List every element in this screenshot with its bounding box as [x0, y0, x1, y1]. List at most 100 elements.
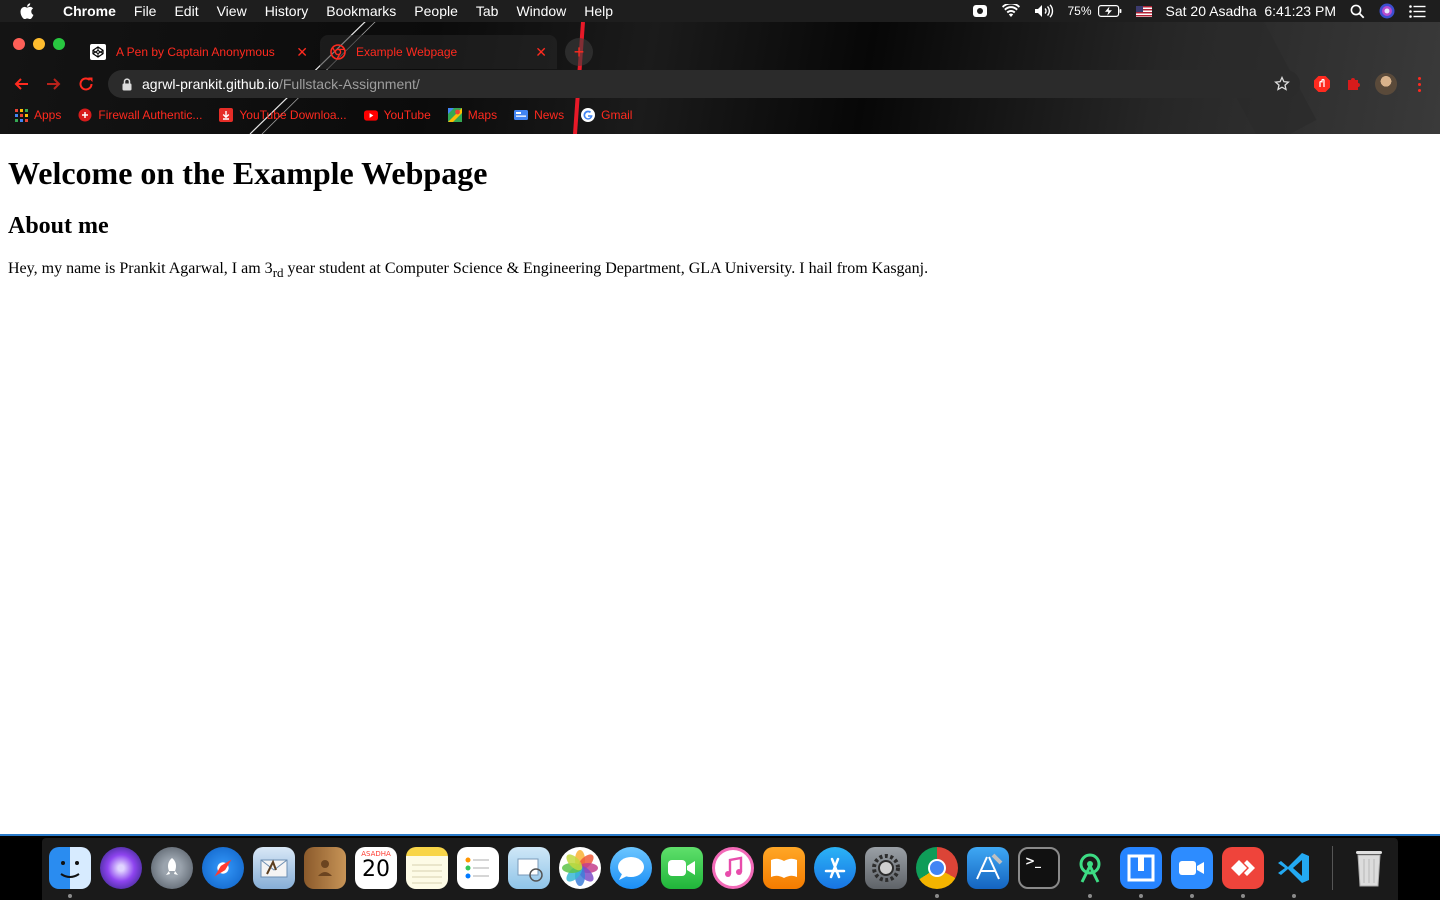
mail-icon[interactable] — [253, 847, 295, 889]
bookmark-news[interactable]: News — [514, 108, 564, 122]
chrome-menu-icon[interactable] — [1412, 73, 1426, 95]
google-icon — [581, 108, 596, 122]
menu-view[interactable]: View — [208, 3, 256, 19]
browser-chrome: A Pen by Captain Anonymous ✕ Example Web… — [0, 22, 1440, 134]
paragraph-ordinal-suffix: rd — [272, 265, 284, 281]
menu-edit[interactable]: Edit — [165, 3, 207, 19]
app-store-icon[interactable] — [814, 847, 856, 889]
bookmark-gmail[interactable]: Gmail — [581, 108, 632, 122]
extension-adblock-icon[interactable] — [1312, 74, 1332, 94]
sourcetree-running-indicator — [1139, 894, 1143, 898]
menu-app-name[interactable]: Chrome — [54, 3, 125, 19]
xcode-icon[interactable] — [967, 847, 1009, 889]
window-zoom-button[interactable] — [53, 38, 65, 50]
photos-icon[interactable] — [559, 847, 601, 889]
vscode-running-indicator — [1292, 894, 1296, 898]
arrow-right-icon — [47, 78, 61, 90]
paragraph-text-end: year student at Computer Science & Engin… — [283, 260, 929, 277]
system-preferences-icon[interactable] — [865, 847, 907, 889]
safari-icon[interactable] — [202, 847, 244, 889]
launchpad-icon[interactable] — [151, 847, 193, 889]
window-minimize-button[interactable] — [33, 38, 45, 50]
bookmark-gmail-label: Gmail — [601, 108, 633, 122]
window-close-button[interactable] — [13, 38, 25, 50]
address-bar[interactable]: agrwl-prankit.github.io /Fullstack-Assig… — [108, 70, 1300, 98]
apple-menu-icon[interactable] — [0, 3, 54, 19]
clock-datetime[interactable]: Sat 20 Asadha 6:41:23 PM — [1166, 3, 1336, 19]
anydesk-running-indicator — [1241, 894, 1245, 898]
terminal-icon[interactable]: >_ — [1018, 847, 1060, 889]
screen-record-icon[interactable] — [972, 4, 988, 18]
siri-icon[interactable] — [1379, 3, 1395, 19]
bookmark-apps[interactable]: Apps — [14, 108, 61, 122]
bookmark-maps[interactable]: Maps — [447, 108, 498, 122]
tab-codepen[interactable]: A Pen by Captain Anonymous ✕ — [80, 35, 318, 69]
about-me-heading: About me — [8, 213, 109, 239]
bookmark-firewall-label: Firewall Authentic... — [98, 108, 203, 122]
wifi-icon[interactable] — [1001, 4, 1020, 18]
url-host: agrwl-prankit.github.io — [142, 76, 279, 92]
tab-chrome-icon — [330, 44, 346, 60]
status-area: 75% Sat 20 Asadha 6:41:23 PM — [972, 3, 1440, 19]
profile-avatar[interactable] — [1375, 73, 1397, 95]
web-page-content: Welcome on the Example Webpage About me … — [0, 134, 1440, 836]
spotlight-search-icon[interactable] — [1350, 4, 1365, 19]
tab-example-webpage-close-icon[interactable]: ✕ — [535, 44, 547, 61]
new-tab-button[interactable]: + — [565, 38, 593, 66]
vscode-icon[interactable] — [1273, 847, 1315, 889]
menu-tab[interactable]: Tab — [467, 3, 508, 19]
calendar-icon[interactable]: ASADHA 20 — [355, 847, 397, 889]
menu-file[interactable]: File — [125, 3, 166, 19]
zoom-icon[interactable] — [1171, 847, 1213, 889]
reminders-icon[interactable] — [457, 847, 499, 889]
menu-people[interactable]: People — [405, 3, 467, 19]
page-heading: Welcome on the Example Webpage — [8, 155, 488, 191]
tab-codepen-title: A Pen by Captain Anonymous — [116, 45, 275, 59]
back-button[interactable] — [10, 73, 32, 95]
bookmark-maps-label: Maps — [467, 108, 498, 122]
dock-separator — [1332, 846, 1333, 890]
url-path: /Fullstack-Assignment/ — [278, 76, 420, 92]
download-icon — [219, 108, 234, 122]
menu-history[interactable]: History — [256, 3, 318, 19]
extension-puzzle-icon[interactable] — [1344, 74, 1364, 94]
books-icon[interactable] — [763, 847, 805, 889]
news-icon — [514, 108, 529, 122]
battery-charging-icon[interactable] — [1097, 5, 1122, 17]
itunes-icon[interactable] — [712, 847, 754, 889]
tab-strip: A Pen by Captain Anonymous ✕ Example Web… — [0, 22, 1440, 69]
bookmark-youtube-downloader[interactable]: YouTube Downloa... — [219, 108, 347, 122]
bookmark-youtube[interactable]: YouTube — [363, 108, 431, 122]
tab-example-webpage-title: Example Webpage — [356, 45, 458, 59]
reload-button[interactable] — [75, 73, 97, 95]
menu-window[interactable]: Window — [507, 3, 575, 19]
tab-codepen-close-icon[interactable]: ✕ — [296, 44, 308, 61]
android-studio-icon[interactable] — [1069, 847, 1111, 889]
reload-icon — [79, 77, 93, 91]
preview-icon[interactable] — [508, 847, 550, 889]
messages-icon[interactable] — [610, 847, 652, 889]
notification-center-icon[interactable] — [1409, 4, 1426, 18]
maps-icon — [447, 108, 462, 122]
bookmarks-bar: Apps Firewall Authentic... YouTube Downl… — [0, 102, 1440, 128]
tab-example-webpage[interactable]: Example Webpage ✕ — [320, 35, 557, 69]
battery-percent: 75% — [1067, 4, 1092, 18]
trash-icon[interactable] — [1348, 847, 1390, 889]
finder-icon[interactable] — [49, 847, 91, 889]
calendar-day: 20 — [362, 857, 390, 882]
notes-icon[interactable] — [406, 847, 448, 889]
bookmark-firewall[interactable]: Firewall Authentic... — [78, 108, 202, 122]
forward-button[interactable] — [43, 73, 65, 95]
menu-bookmarks[interactable]: Bookmarks — [317, 3, 405, 19]
lock-icon[interactable] — [121, 77, 133, 91]
facetime-icon[interactable] — [661, 847, 703, 889]
volume-icon[interactable] — [1034, 4, 1054, 18]
sourcetree-icon[interactable] — [1120, 847, 1162, 889]
siri-dock-icon[interactable] — [100, 847, 142, 889]
contacts-icon[interactable] — [304, 847, 346, 889]
menu-help[interactable]: Help — [575, 3, 622, 19]
anydesk-icon[interactable] — [1222, 847, 1264, 889]
chrome-dock-icon[interactable] — [916, 847, 958, 889]
us-flag-input-icon[interactable] — [1135, 5, 1152, 17]
bookmark-star-icon[interactable] — [1274, 75, 1290, 95]
